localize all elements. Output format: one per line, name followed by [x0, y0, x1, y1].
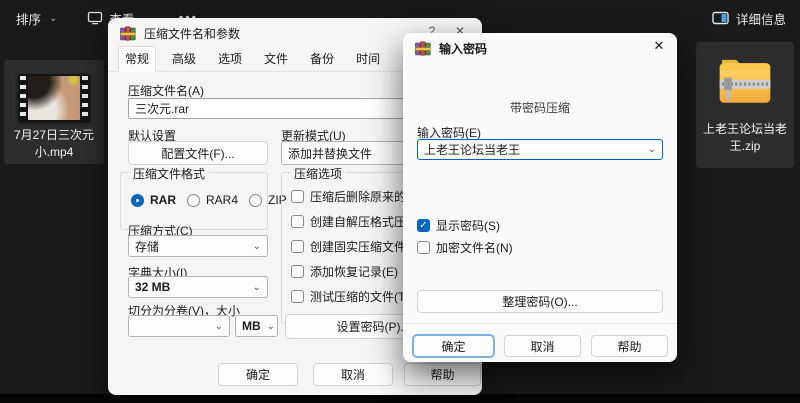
ok-button[interactable]: 确定 [218, 363, 298, 386]
archive-name-label: 压缩文件名(A) [128, 82, 204, 99]
video-thumbnail [18, 74, 90, 122]
radio-dot [131, 194, 144, 207]
cancel-button[interactable]: 取消 [504, 335, 581, 357]
file-name: 上老王论坛当老 王.zip [703, 121, 787, 156]
cancel-button[interactable]: 取消 [313, 363, 393, 386]
sort-menu[interactable]: 排序 ⌄ [16, 9, 57, 28]
chevron-down-icon: ⌄ [267, 321, 275, 332]
chevron-down-icon: ⌄ [49, 13, 57, 24]
radio-dot [187, 194, 200, 207]
details-toggle[interactable]: 详细信息 [712, 0, 786, 36]
password-dialog-titlebar[interactable]: 输入密码 ✕ [403, 33, 677, 63]
update-mode-value: 添加并替换文件 [288, 145, 372, 162]
tab-files[interactable]: 文件 [258, 47, 294, 71]
split-unit-value: MB [242, 319, 261, 333]
password-dialog: 输入密码 ✕ 带密码压缩 输入密码(E) 上老王论坛当老王 ⌄ ✓ 显示密码(S… [403, 33, 677, 362]
radio-rar[interactable]: RAR [131, 193, 176, 207]
file-name: 7月27日三次元 小.mp4 [14, 127, 94, 162]
checkbox-recovery-label: 添加恢复记录(E) [310, 263, 398, 280]
checkbox-box [291, 265, 304, 278]
footer-divider [403, 323, 677, 324]
filmstrip-holes [82, 76, 88, 120]
split-size-combo[interactable]: ⌄ [128, 315, 230, 337]
checkbox-show-password[interactable]: ✓ 显示密码(S) [417, 217, 500, 234]
taskbar-edge [0, 394, 800, 403]
checkbox-box: ✓ [417, 219, 430, 232]
ok-button[interactable]: 确定 [413, 335, 494, 357]
tab-advanced[interactable]: 高级 [166, 47, 202, 71]
sort-label: 排序 [16, 9, 41, 28]
organize-passwords-button[interactable]: 整理密码(O)... [417, 290, 663, 313]
checkbox-box [291, 290, 304, 303]
video-frame [28, 76, 80, 120]
checkbox-box [291, 215, 304, 228]
filmstrip-holes [20, 76, 26, 120]
zip-folder-icon [714, 50, 776, 116]
monitor-icon [87, 11, 103, 25]
dictionary-combo[interactable]: 32 MB ⌄ [128, 276, 268, 298]
tab-time[interactable]: 时间 [350, 47, 386, 71]
details-pane-icon [712, 11, 729, 25]
file-item-zip[interactable]: 上老王论坛当老 王.zip [696, 42, 794, 168]
checkbox-box [417, 241, 430, 254]
tab-general[interactable]: 常规 [118, 46, 156, 72]
chevron-down-icon: ⌄ [215, 321, 223, 332]
file-item-video[interactable]: 7月27日三次元 小.mp4 [4, 60, 104, 164]
details-label: 详细信息 [736, 9, 786, 28]
radio-rar4[interactable]: RAR4 [187, 193, 238, 207]
close-icon[interactable]: ✕ [645, 38, 673, 54]
encrypt-names-label: 加密文件名(N) [436, 239, 513, 256]
radio-rar-label: RAR [150, 193, 176, 207]
tab-options[interactable]: 选项 [212, 47, 248, 71]
method-value: 存储 [135, 238, 159, 255]
checkbox-encrypt-names[interactable]: 加密文件名(N) [417, 239, 513, 256]
password-input-combo[interactable]: 上老王论坛当老王 ⌄ [417, 139, 663, 160]
radio-rar4-label: RAR4 [206, 193, 238, 207]
archive-dialog-title: 压缩文件名和参数 [144, 25, 240, 42]
checkbox-box [291, 190, 304, 203]
password-dialog-title: 输入密码 [439, 40, 487, 57]
help-button[interactable]: 帮助 [591, 335, 668, 357]
chevron-down-icon: ⌄ [253, 241, 261, 252]
help-button[interactable]: 帮助 [404, 363, 481, 386]
winrar-icon [120, 26, 136, 41]
method-combo[interactable]: 存储 ⌄ [128, 235, 268, 257]
checkbox-test-label: 测试压缩的文件(T) [310, 288, 409, 305]
options-group-label: 压缩选项 [290, 165, 346, 182]
password-subtitle: 带密码压缩 [403, 99, 677, 116]
winrar-icon [415, 41, 431, 56]
profiles-button[interactable]: 配置文件(F)... [128, 141, 268, 165]
chevron-down-icon: ⌄ [648, 144, 656, 155]
tab-backup[interactable]: 备份 [304, 47, 340, 71]
format-group-label: 压缩文件格式 [129, 165, 209, 182]
chevron-down-icon: ⌄ [253, 282, 261, 293]
checkbox-box [291, 240, 304, 253]
password-value: 上老王论坛当老王 [424, 141, 520, 158]
radio-dot [249, 194, 262, 207]
split-unit-combo[interactable]: MB ⌄ [235, 315, 278, 337]
dictionary-value: 32 MB [135, 280, 170, 294]
show-password-label: 显示密码(S) [436, 217, 500, 234]
